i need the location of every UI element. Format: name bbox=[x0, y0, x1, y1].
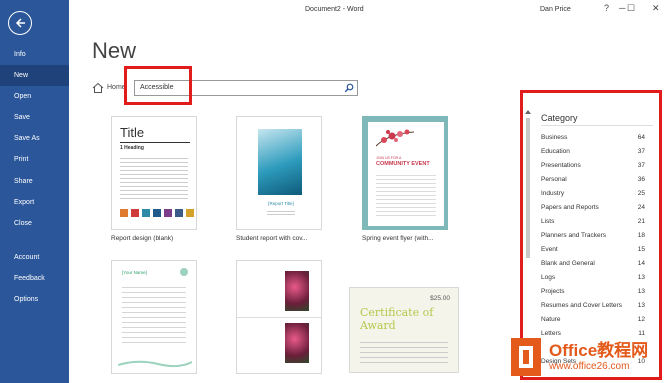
thumb-letter-name: [Your Name] bbox=[122, 270, 147, 275]
category-item[interactable]: Planners and Trackers 18 bbox=[541, 232, 645, 244]
category-item[interactable]: Resumes and Cover Letters 13 bbox=[541, 302, 645, 314]
template-report-design-thumb[interactable]: Title 1 Heading bbox=[111, 116, 197, 230]
close-window-icon[interactable]: ✕ bbox=[652, 3, 660, 14]
nav-share[interactable]: Share bbox=[0, 171, 69, 192]
category-item[interactable]: Presentations 37 bbox=[541, 162, 645, 174]
help-icon[interactable]: ? bbox=[604, 3, 609, 13]
template-student-report-thumb[interactable]: [Report Title] bbox=[236, 116, 322, 230]
watermark-url: www.office26.com bbox=[549, 361, 630, 372]
thumb-heading-text: 1 Heading bbox=[120, 145, 144, 151]
category-item[interactable]: Event 15 bbox=[541, 246, 645, 258]
template-spring-flyer-thumb[interactable]: JOIN US FOR A COMMUNITY EVENT bbox=[362, 116, 448, 230]
nav-feedback[interactable]: Feedback bbox=[0, 268, 69, 289]
nav-open[interactable]: Open bbox=[0, 86, 69, 107]
category-item[interactable]: Education 37 bbox=[541, 148, 645, 160]
nav-export[interactable]: Export bbox=[0, 192, 69, 213]
category-item[interactable]: Projects 13 bbox=[541, 288, 645, 300]
search-icon[interactable] bbox=[344, 83, 354, 93]
nav-options[interactable]: Options bbox=[0, 289, 69, 310]
template-label[interactable]: Student report with cov... bbox=[236, 235, 307, 242]
category-item[interactable]: Nature 12 bbox=[541, 316, 645, 328]
home-breadcrumb[interactable]: Home bbox=[107, 84, 126, 91]
template-cards-thumb[interactable] bbox=[236, 260, 322, 374]
template-letter-thumb[interactable]: [Your Name] bbox=[111, 260, 197, 374]
nav-new[interactable]: New bbox=[0, 65, 69, 86]
category-title: Category bbox=[541, 113, 578, 123]
nav-print[interactable]: Print bbox=[0, 149, 69, 170]
category-item[interactable]: Business 64 bbox=[541, 134, 645, 146]
template-label[interactable]: Report design (blank) bbox=[111, 235, 173, 242]
thumb-cert-price: $25.00 bbox=[430, 295, 450, 302]
category-item[interactable]: Lists 21 bbox=[541, 218, 645, 230]
minimize-icon[interactable]: ─ bbox=[619, 3, 625, 13]
nav-info[interactable]: Info bbox=[0, 44, 69, 65]
nav-save-as[interactable]: Save As bbox=[0, 128, 69, 149]
watermark-logo: Office教程网 www.office26.com bbox=[505, 334, 670, 383]
nav-close[interactable]: Close bbox=[0, 213, 69, 234]
thumb-cert-title: Certificate of Award bbox=[360, 306, 434, 332]
page-title: New bbox=[92, 38, 137, 63]
restore-icon[interactable]: ☐ bbox=[627, 3, 635, 14]
category-item[interactable]: Papers and Reports 24 bbox=[541, 204, 645, 216]
nav-save[interactable]: Save bbox=[0, 107, 69, 128]
back-arrow-icon[interactable] bbox=[8, 11, 32, 35]
search-highlight-box bbox=[124, 66, 192, 105]
thumb-flyer-subtitle: JOIN US FOR A bbox=[376, 156, 402, 160]
home-icon[interactable] bbox=[92, 82, 104, 94]
thumb-title-text: Title bbox=[120, 125, 145, 140]
user-name[interactable]: Dan Price bbox=[540, 6, 571, 13]
backstage-sidebar: Info New Open Save Save As Print Share E… bbox=[0, 0, 69, 383]
thumb-flyer-title: COMMUNITY EVENT bbox=[376, 161, 430, 167]
template-certificate-thumb[interactable]: $25.00 Certificate of Award bbox=[349, 287, 459, 373]
thumb-report-title: [Report Title] bbox=[268, 201, 294, 206]
watermark-brand: Office教程网 bbox=[549, 341, 649, 360]
nav-account[interactable]: Account bbox=[0, 247, 69, 268]
template-label[interactable]: Spring event flyer (with... bbox=[362, 235, 434, 242]
category-item[interactable]: Logs 13 bbox=[541, 274, 645, 286]
category-item[interactable]: Industry 25 bbox=[541, 190, 645, 202]
category-item[interactable]: Personal 36 bbox=[541, 176, 645, 188]
window-title: Document2 - Word bbox=[305, 6, 364, 13]
category-item[interactable]: Blank and General 14 bbox=[541, 260, 645, 272]
